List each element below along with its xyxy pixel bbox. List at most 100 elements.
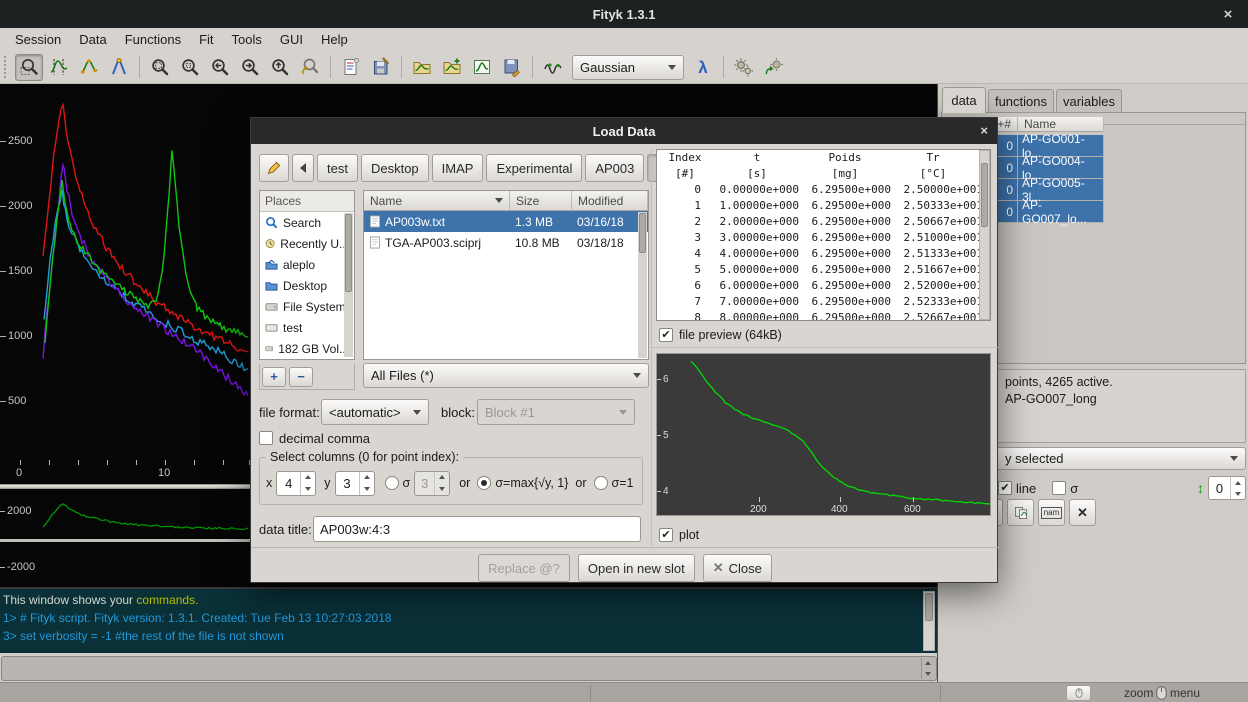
save-session-button[interactable]: [498, 54, 526, 81]
load-data-button[interactable]: [408, 54, 436, 81]
define-function-button[interactable]: [539, 54, 567, 81]
previous-zoom-button[interactable]: [296, 54, 324, 81]
load-data-custom-button[interactable]: [438, 54, 466, 81]
path-button-test[interactable]: test: [317, 154, 358, 182]
zoom-mode-button[interactable]: [15, 54, 43, 81]
lambda-icon: λ: [698, 59, 707, 76]
tab-data[interactable]: data: [942, 87, 986, 113]
toolbar-grip[interactable]: [4, 56, 9, 78]
zoom-left-icon: [210, 57, 230, 77]
tab-variables[interactable]: variables: [1056, 89, 1122, 113]
place-test[interactable]: test: [260, 317, 354, 338]
block-select[interactable]: Block #1: [477, 399, 635, 425]
window-close-button[interactable]: ×: [1218, 4, 1238, 24]
place-home[interactable]: aleplo: [260, 254, 354, 275]
menu-help[interactable]: Help: [312, 30, 357, 49]
command-input[interactable]: [1, 656, 937, 681]
remove-place-button[interactable]: −: [289, 367, 313, 387]
data-info-title: AP-GO007_long: [1005, 391, 1241, 408]
places-scrollbar[interactable]: [344, 213, 353, 357]
command-console[interactable]: This window shows your commands. 1> # Fi…: [0, 587, 937, 653]
data-title-label: data title:: [259, 522, 312, 537]
data-title-button[interactable]: nam: [1038, 499, 1065, 526]
plot-preview-checkbox[interactable]: [659, 528, 673, 542]
command-history-spinner[interactable]: [921, 658, 934, 679]
data-title-input[interactable]: AP003w:4:3: [313, 516, 641, 542]
place-file-system[interactable]: File System: [260, 296, 354, 317]
undo-fit-button[interactable]: [760, 54, 788, 81]
path-button-experimental[interactable]: Experimental: [486, 154, 582, 182]
file-preview-table[interactable]: IndextPoidsTr [#][s][mg][°C] 00.00000e+0…: [656, 149, 991, 321]
place-volume[interactable]: 182 GB Vol...: [260, 338, 354, 359]
add-function-button[interactable]: λ: [689, 54, 717, 81]
type-location-button[interactable]: [259, 154, 289, 182]
zoom-vertical-button[interactable]: [266, 54, 294, 81]
add-peak-mode-button[interactable]: [75, 54, 103, 81]
replace-button[interactable]: Replace @?: [478, 554, 570, 582]
zoom-all-button[interactable]: [146, 54, 174, 81]
delete-data-button[interactable]: ✕: [1069, 499, 1096, 526]
menu-functions[interactable]: Functions: [116, 30, 190, 49]
menu-session[interactable]: Session: [6, 30, 70, 49]
menu-gui[interactable]: GUI: [271, 30, 312, 49]
zoom-right-button[interactable]: [236, 54, 264, 81]
sigma-column-radio[interactable]: [385, 476, 399, 490]
path-button-imap[interactable]: IMAP: [432, 154, 484, 182]
menu-data[interactable]: Data: [70, 30, 115, 49]
console-scrollbar[interactable]: [923, 591, 935, 651]
drag-peak-mode-button[interactable]: [105, 54, 133, 81]
place-recently-used[interactable]: Recently U...: [260, 233, 354, 254]
copy-data-button[interactable]: [1007, 499, 1034, 526]
export-image-button[interactable]: [468, 54, 496, 81]
function-type-select[interactable]: Gaussian: [572, 55, 684, 80]
zoom-undo-icon: [300, 57, 320, 77]
mouse-hint-config-button[interactable]: [1066, 685, 1091, 701]
path-button-desktop[interactable]: Desktop: [361, 154, 429, 182]
file-row-selected[interactable]: AP003w.txt 1.3 MB 03/16/18: [364, 211, 648, 232]
line-checkbox[interactable]: [998, 481, 1012, 495]
x-column-spinner[interactable]: 4: [276, 471, 316, 496]
open-in-new-slot-button[interactable]: Open in new slot: [578, 554, 695, 582]
dropdown-arrow-icon: [633, 373, 641, 378]
preview-row: 77.00000e+0006.29500e+0002.52333e+001: [657, 294, 990, 310]
preview-scrollbar[interactable]: [979, 150, 990, 320]
gui-config-button[interactable]: [367, 54, 395, 81]
place-search[interactable]: Search: [260, 212, 354, 233]
sigma-checkbox[interactable]: [1052, 481, 1066, 495]
shift-spinner[interactable]: 0: [1208, 476, 1246, 500]
sigma-max-radio[interactable]: [477, 476, 491, 490]
file-format-label: file format:: [259, 405, 320, 420]
dialog-titlebar[interactable]: Load Data ×: [251, 118, 997, 144]
preview-row: 44.00000e+0006.29500e+0002.51333e+001: [657, 246, 990, 262]
file-preview-checkbox[interactable]: [659, 328, 673, 342]
dialog-close-button[interactable]: ×: [980, 123, 988, 138]
y-column-spinner[interactable]: 3: [335, 471, 375, 496]
file-filter-select[interactable]: All Files (*): [363, 363, 649, 388]
log-to-file-button[interactable]: [337, 54, 365, 81]
file-column-size[interactable]: Size: [510, 191, 572, 211]
fit-gears-icon: [734, 57, 754, 77]
place-desktop[interactable]: Desktop: [260, 275, 354, 296]
add-place-button[interactable]: +: [262, 367, 286, 387]
run-fit-button[interactable]: [730, 54, 758, 81]
decimal-comma-checkbox[interactable]: [259, 431, 273, 445]
file-column-name[interactable]: Name: [364, 191, 510, 211]
menu-fit[interactable]: Fit: [190, 30, 222, 49]
tab-functions[interactable]: functions: [988, 89, 1054, 113]
zoom-box-button[interactable]: [176, 54, 204, 81]
file-column-modified[interactable]: Modified: [572, 191, 648, 211]
path-button-ap003[interactable]: AP003: [585, 154, 644, 182]
file-row[interactable]: TGA-AP003.sciprj 10.8 MB 03/18/18: [364, 232, 648, 253]
data-list-name-header[interactable]: Name: [1018, 117, 1104, 132]
file-format-select[interactable]: <automatic>: [321, 399, 429, 425]
range-mode-button[interactable]: [45, 54, 73, 81]
file-list-scrollbar[interactable]: [638, 212, 647, 358]
sigma-column-spinner[interactable]: 3: [414, 471, 450, 496]
close-button[interactable]: ✕Close: [703, 554, 772, 582]
config-save-icon: [371, 57, 391, 77]
sigma-one-radio[interactable]: [594, 476, 608, 490]
zoom-left-button[interactable]: [206, 54, 234, 81]
menu-tools[interactable]: Tools: [223, 30, 271, 49]
path-back-button[interactable]: [292, 154, 314, 182]
or-label: or: [575, 476, 586, 490]
